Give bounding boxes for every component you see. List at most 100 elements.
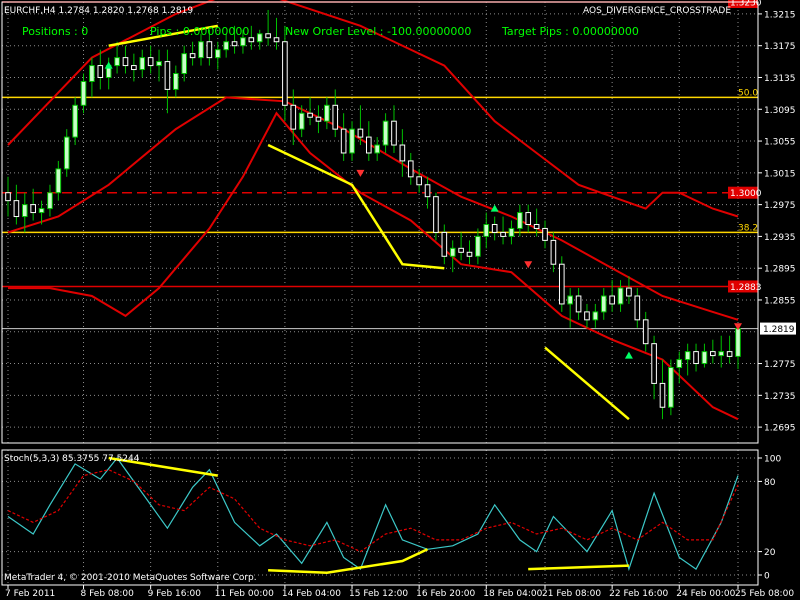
price-tick-label: 1.2895	[764, 265, 796, 275]
candle-body	[147, 57, 154, 67]
candle-body	[642, 319, 649, 345]
copyright-text: MetaTrader 4, © 2001-2010 MetaQuotes Sof…	[4, 573, 257, 583]
candle-body	[80, 80, 87, 106]
candle-body	[592, 311, 599, 321]
candle-body	[340, 128, 347, 154]
candle-body	[181, 53, 188, 75]
stoch-title: Stoch(5,3,3) 85.3755 77.5244	[4, 454, 140, 464]
candle-body	[626, 287, 632, 297]
candle-body	[693, 351, 699, 365]
price-tick-label: 1.3015	[764, 169, 796, 179]
candle-body	[542, 227, 548, 241]
candle-body	[307, 112, 313, 118]
target-pips-text: Target Pips : 0.00000000	[501, 25, 639, 38]
candle-body	[164, 61, 171, 90]
candle-body	[550, 239, 557, 265]
candle-body	[491, 223, 498, 233]
candle-body	[30, 204, 36, 214]
stoch-tick-label: 0	[764, 572, 770, 582]
candle-body	[332, 104, 339, 130]
candle-body	[131, 65, 137, 71]
candle-body	[475, 235, 481, 257]
candle-body	[365, 136, 372, 154]
candle-body	[298, 112, 305, 130]
candle-body	[441, 231, 448, 257]
candle-body	[231, 41, 238, 47]
candle-body	[651, 343, 657, 384]
candle-body	[265, 33, 271, 39]
price-tick-label: 1.2735	[764, 392, 796, 402]
level-label: 1.3000	[730, 189, 762, 199]
candle-body	[13, 200, 20, 218]
candle-body	[659, 382, 666, 408]
candle-body	[97, 65, 104, 78]
candle-body	[256, 33, 263, 43]
price-tick-label: 1.2975	[764, 201, 796, 211]
price-tick-label: 1.2695	[764, 424, 796, 434]
candle-body	[198, 41, 204, 59]
candle-body	[634, 295, 641, 321]
time-tick-label: 9 Feb 16:00	[148, 589, 202, 599]
candle-body	[600, 295, 607, 313]
candle-body	[223, 41, 229, 51]
candle-body	[122, 57, 129, 67]
time-tick-label: 25 Feb 08:00	[735, 589, 794, 599]
order-level-text: New Order Level : -100.00000000	[285, 25, 471, 38]
time-tick-label: 7 Feb 2011	[5, 589, 55, 599]
candle-body	[315, 116, 322, 122]
candle-body	[584, 311, 590, 321]
candle-body	[63, 136, 70, 170]
indicator-title: AOS_DIVERGENCE_CROSSTRADE	[583, 6, 731, 16]
candle-body	[156, 61, 162, 67]
candle-body	[676, 359, 683, 369]
time-tick-label: 15 Feb 12:00	[349, 589, 408, 599]
level-label: 50.0	[738, 88, 758, 98]
time-tick-label: 11 Feb 00:00	[215, 589, 274, 599]
positions-text: Positions : 0	[22, 25, 88, 38]
candle-body	[5, 192, 11, 202]
candle-body	[273, 37, 280, 43]
price-tick-label: 1.3055	[764, 138, 796, 148]
level-label: 1.3230	[730, 0, 762, 9]
candle-body	[282, 41, 288, 106]
price-tick-label: 1.3215	[764, 10, 796, 20]
time-tick-label: 16 Feb 20:00	[416, 589, 475, 599]
candle-body	[466, 251, 473, 257]
candle-body	[399, 144, 406, 162]
price-tick-label: 1.2775	[764, 360, 796, 370]
candle-body	[206, 41, 213, 59]
candle-body	[391, 120, 397, 146]
candle-body	[407, 160, 414, 178]
candle-body	[483, 223, 490, 237]
level-label: 38.2	[738, 223, 758, 233]
candle-body	[718, 351, 725, 357]
candle-body	[500, 231, 506, 237]
candle-body	[89, 65, 95, 82]
current-price-label: 1.2819	[763, 325, 795, 335]
candle-body	[609, 295, 615, 305]
candle-body	[240, 37, 246, 47]
price-tick-label: 1.3135	[764, 74, 796, 84]
candle-body	[433, 196, 439, 233]
time-tick-label: 14 Feb 04:00	[282, 589, 341, 599]
price-tick-label: 1.3175	[764, 42, 796, 52]
time-tick-label: 22 Feb 16:00	[609, 589, 668, 599]
candle-body	[374, 144, 381, 154]
candle-body	[735, 328, 741, 357]
candle-body	[324, 104, 330, 122]
candle-body	[575, 295, 582, 313]
chart-canvas[interactable]: 50.0 1.3000 38.2 1.2883 1.3230 1.3215 1.3175 1…	[0, 0, 800, 600]
pips-text: Pips : 0.00000000	[150, 25, 249, 38]
chart-background	[0, 0, 800, 600]
price-tick-label: 1.3095	[764, 106, 796, 116]
stoch-tick-label: 20	[764, 548, 776, 558]
candle-body	[38, 208, 45, 214]
stoch-tick-label: 80	[764, 478, 776, 488]
candle	[558, 256, 565, 312]
candle-body	[533, 223, 540, 229]
candle	[668, 359, 674, 416]
time-tick-label: 24 Feb 00:00	[676, 589, 735, 599]
candle-body	[617, 287, 624, 305]
candle-body	[173, 73, 179, 90]
candle-body	[726, 351, 733, 357]
